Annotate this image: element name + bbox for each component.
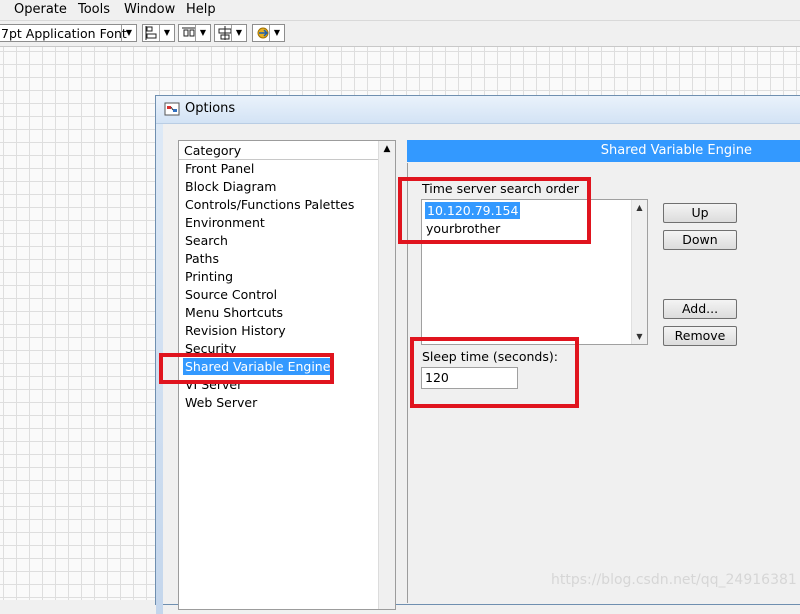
category-item-block-diagram[interactable]: Block Diagram [185,178,276,195]
add-button[interactable]: Add... [663,299,737,319]
chevron-down-icon[interactable]: ▼ [632,329,647,344]
category-item-paths[interactable]: Paths [185,250,219,267]
annotation-box-sleep-time [410,337,579,408]
chevron-down-icon: ▼ [159,25,174,41]
category-header[interactable]: Category [179,141,381,160]
resize-objects-icon[interactable]: ▼ [214,24,247,42]
annotation-box-category [159,353,334,384]
chevron-down-icon: ▼ [231,25,246,41]
category-item-controls-functions-palettes[interactable]: Controls/Functions Palettes [185,196,354,213]
category-scrollbar[interactable]: ▲ [378,141,395,609]
category-item-printing[interactable]: Printing [185,268,233,285]
category-item-front-panel[interactable]: Front Panel [185,160,254,177]
category-item-menu-shortcuts[interactable]: Menu Shortcuts [185,304,283,321]
chevron-up-icon[interactable]: ▲ [632,200,647,215]
menu-window[interactable]: Window [124,1,175,18]
menu-operate[interactable]: Operate [14,1,67,18]
server-list-scrollbar[interactable]: ▲ ▼ [631,200,647,344]
chevron-up-icon[interactable]: ▲ [379,141,395,158]
watermark-text: https://blog.csdn.net/qq_24916381 [551,572,797,588]
menu-bar: Operate Tools Window Help [0,0,800,21]
down-button[interactable]: Down [663,230,737,250]
category-item-search[interactable]: Search [185,232,228,249]
options-app-icon [164,102,180,116]
category-item-revision-history[interactable]: Revision History [185,322,286,339]
reorder-icon[interactable]: ▼ [252,24,285,42]
section-header: Shared Variable Engine [407,140,800,162]
menu-tools[interactable]: Tools [78,1,110,18]
font-selector[interactable]: 7pt Application Font ▼ [0,24,137,42]
up-button[interactable]: Up [663,203,737,223]
dialog-titlebar[interactable]: Options [156,96,800,124]
remove-button[interactable]: Remove [663,326,737,346]
dialog-title: Options [185,101,236,116]
chevron-down-icon: ▼ [269,25,284,41]
toolbar: 7pt Application Font ▼ ▼ ▼ ▼ ▼ [0,21,800,47]
section-title: Shared Variable Engine [600,143,752,158]
distribute-objects-icon[interactable]: ▼ [178,24,211,42]
font-selector-label: 7pt Application Font [1,26,127,41]
category-item-environment[interactable]: Environment [185,214,265,231]
chevron-down-icon: ▼ [121,25,136,41]
category-item-web-server[interactable]: Web Server [185,394,257,411]
chevron-down-icon: ▼ [195,25,210,41]
annotation-box-time-server [398,177,591,244]
menu-help[interactable]: Help [186,1,216,18]
category-item-source-control[interactable]: Source Control [185,286,277,303]
category-header-label: Category [184,143,242,158]
align-objects-icon[interactable]: ▼ [142,24,175,42]
